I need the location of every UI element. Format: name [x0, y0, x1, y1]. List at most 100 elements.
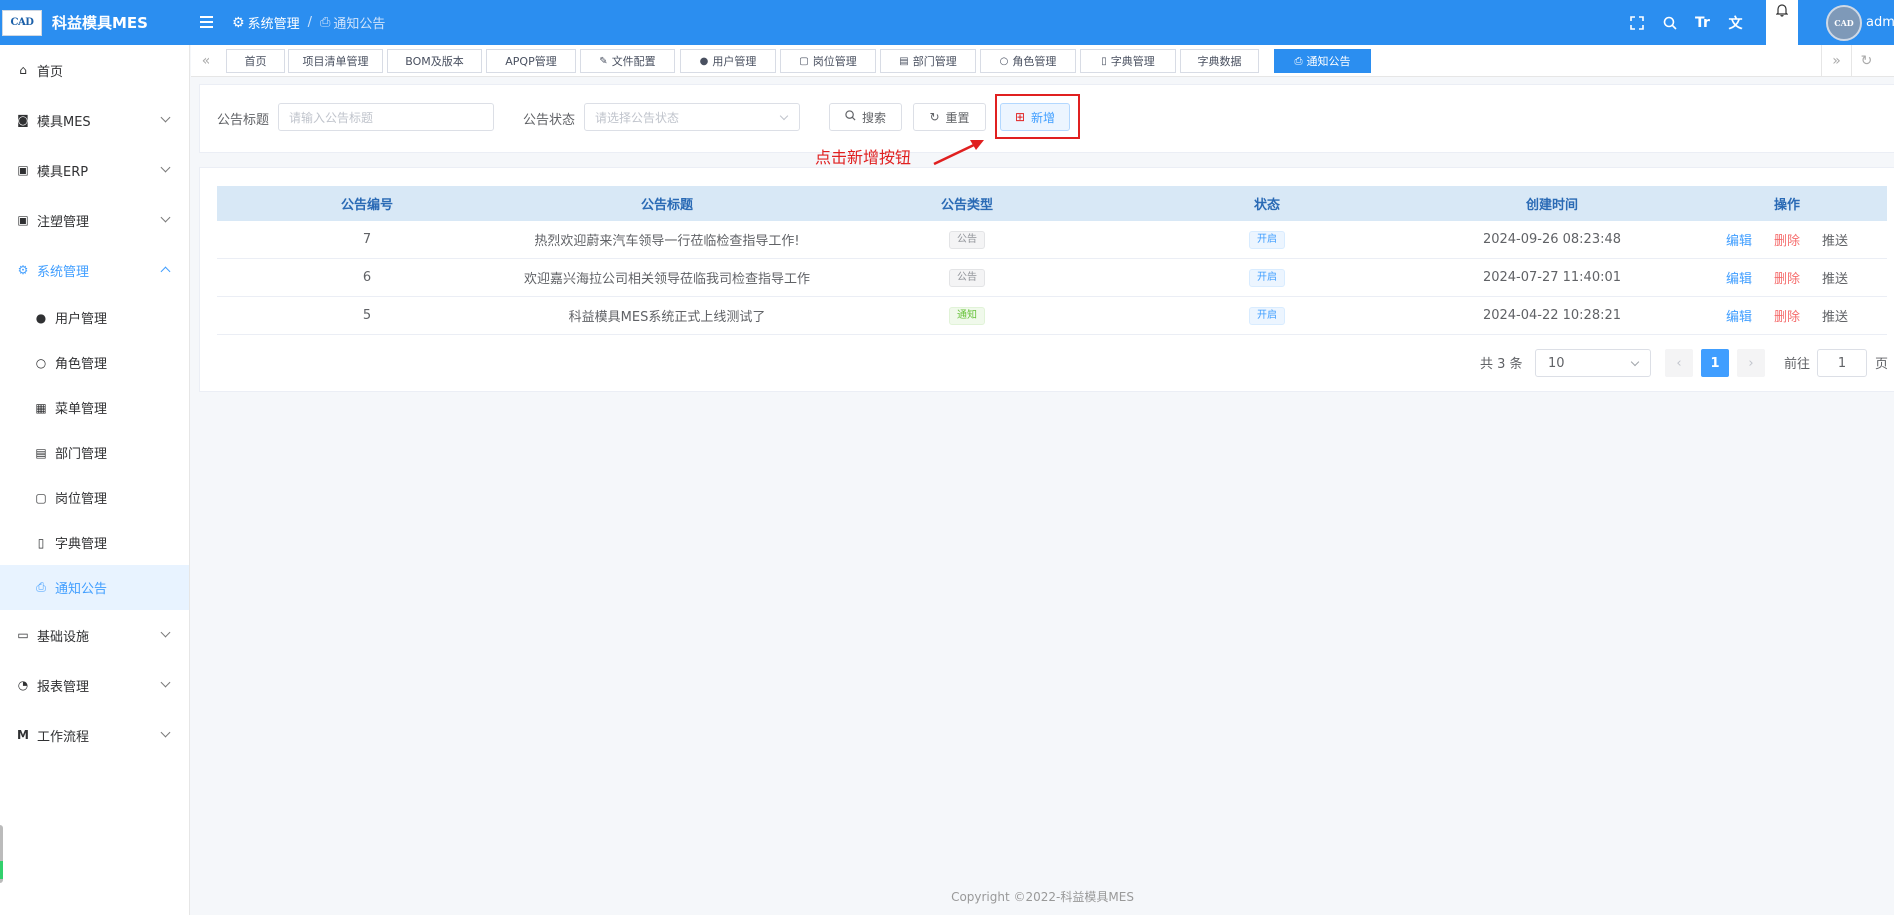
monitor-icon: ▭ — [17, 628, 29, 642]
sidebar-item-mold-mes[interactable]: ◙ 模具MES — [0, 95, 189, 145]
goto-page-input[interactable]: 1 — [1817, 349, 1867, 377]
sidebar-item-mold-erp[interactable]: ▣ 模具ERP — [0, 145, 189, 195]
tag-file-config[interactable]: ✎ 文件配置 — [580, 49, 675, 73]
tag-project-list[interactable]: 项目清单管理 — [288, 49, 383, 73]
chevron-down-icon — [160, 212, 171, 223]
tags-scroll-left-icon[interactable]: « — [191, 45, 221, 77]
table-row[interactable]: 5 科益模具MES系统正式上线测试了 通知 开启 2024-04-22 10:2… — [217, 297, 1887, 335]
type-badge: 通知 — [949, 306, 985, 325]
tag-home[interactable]: 首页 — [226, 49, 285, 73]
col-title[interactable]: 公告标题 — [517, 186, 817, 221]
tag-notice[interactable]: ⎙ 通知公告 — [1274, 49, 1371, 73]
page-number-button[interactable]: 1 — [1701, 349, 1729, 377]
logo: CAD 科益模具MES — [0, 0, 190, 45]
push-link[interactable]: 推送 — [1822, 306, 1848, 325]
reset-button[interactable]: ↻ 重置 — [913, 103, 986, 131]
chevron-up-icon — [160, 266, 171, 277]
user-outline-icon: ○ — [35, 355, 47, 370]
cell-created: 2024-04-22 10:28:21 — [1482, 308, 1622, 323]
status-select[interactable]: 请选择公告状态 — [584, 103, 800, 131]
page-size-select[interactable]: 10 — [1535, 349, 1651, 377]
status-badge: 开启 — [1249, 230, 1285, 249]
edit-link[interactable]: 编辑 — [1726, 268, 1752, 287]
sidebar-item-workflow[interactable]: M 工作流程 — [0, 710, 189, 760]
breadcrumb-item-system[interactable]: 系统管理 — [248, 13, 300, 32]
font-size-icon[interactable]: Tr — [1686, 0, 1719, 45]
tag-posts[interactable]: ▢ 岗位管理 — [780, 49, 876, 73]
delete-link[interactable]: 删除 — [1774, 268, 1800, 287]
user-icon: ● — [35, 310, 47, 325]
tag-roles[interactable]: ○ 角色管理 — [980, 49, 1076, 73]
tag-dict-data[interactable]: 字典数据 — [1180, 49, 1259, 73]
refresh-icon: ↻ — [929, 110, 940, 124]
sidebar-item-menus[interactable]: ▦ 菜单管理 — [0, 385, 189, 430]
sidebar-item-infrastructure[interactable]: ▭ 基础设施 — [0, 610, 189, 660]
prev-page-button[interactable]: ‹ — [1665, 349, 1693, 377]
search-button[interactable]: 搜索 — [829, 103, 902, 131]
sidebar-item-system[interactable]: ⚙ 系统管理 — [0, 245, 189, 295]
chevron-down-icon — [160, 112, 171, 123]
cell-title: 科益模具MES系统正式上线测试了 — [568, 310, 766, 325]
tag-bom[interactable]: BOM及版本 — [387, 49, 482, 73]
sidebar-item-users[interactable]: ● 用户管理 — [0, 295, 189, 340]
user-menu[interactable]: CAD adm — [1826, 0, 1894, 45]
badge-icon: ▢ — [799, 55, 809, 67]
side-drawer-handle[interactable] — [0, 825, 3, 883]
app-title: 科益模具MES — [52, 14, 148, 32]
bell-icon[interactable] — [1766, 0, 1798, 45]
chevron-down-icon — [160, 627, 171, 638]
status-badge: 开启 — [1249, 268, 1285, 287]
sidebar-item-departments[interactable]: ▤ 部门管理 — [0, 430, 189, 475]
sidebar: ⌂ 首页 ◙ 模具MES ▣ 模具ERP ▣ 注塑管理 ⚙ 系统管理 ● 用户管… — [0, 45, 190, 915]
edit-link[interactable]: 编辑 — [1726, 230, 1752, 249]
sidebar-item-home[interactable]: ⌂ 首页 — [0, 45, 189, 95]
sidebar-item-roles[interactable]: ○ 角色管理 — [0, 340, 189, 385]
chevron-down-icon — [160, 162, 171, 173]
cell-title: 欢迎嘉兴海拉公司相关领导莅临我司检查指导工作 — [523, 272, 810, 287]
refresh-icon[interactable]: ↻ — [1851, 45, 1881, 77]
fullscreen-icon[interactable] — [1620, 0, 1653, 45]
tag-apqp[interactable]: APQP管理 — [486, 49, 576, 73]
delete-link[interactable]: 删除 — [1774, 306, 1800, 325]
user-name[interactable]: adm — [1866, 15, 1894, 30]
col-status[interactable]: 状态 — [1117, 186, 1417, 221]
avatar[interactable]: CAD — [1826, 4, 1862, 41]
cell-id: 7 — [362, 232, 372, 247]
logo-badge: CAD — [2, 9, 42, 36]
user-icon: ● — [699, 55, 709, 67]
breadcrumb: ⚙ 系统管理 / ⎙ 通知公告 — [232, 13, 386, 33]
user-outline-icon: ○ — [999, 55, 1009, 67]
delete-link[interactable]: 删除 — [1774, 230, 1800, 249]
sidebar-item-injection[interactable]: ▣ 注塑管理 — [0, 195, 189, 245]
hamburger-menu-icon[interactable] — [200, 13, 216, 31]
col-type[interactable]: 公告类型 — [817, 186, 1117, 221]
sidebar-item-notice[interactable]: ⎙ 通知公告 — [0, 565, 189, 610]
tag-users[interactable]: ● 用户管理 — [680, 49, 776, 73]
goto-label: 前往 — [1784, 357, 1811, 372]
tags-scroll-right-icon[interactable]: » — [1821, 45, 1851, 77]
page-unit-label: 页 — [1875, 357, 1889, 372]
book-icon: ▯ — [1101, 55, 1107, 67]
box-icon: ▣ — [17, 213, 29, 227]
table-row[interactable]: 6 欢迎嘉兴海拉公司相关领导莅临我司检查指导工作 公告 开启 2024-07-2… — [217, 259, 1887, 297]
chevron-down-icon — [1630, 357, 1640, 367]
pie-icon: ◔ — [17, 678, 29, 692]
col-created[interactable]: 创建时间 — [1417, 186, 1687, 221]
tag-dictionary[interactable]: ▯ 字典管理 — [1080, 49, 1176, 73]
tag-departments[interactable]: ▤ 部门管理 — [880, 49, 976, 73]
next-page-button[interactable]: › — [1737, 349, 1765, 377]
title-input[interactable]: 请输入公告标题 — [278, 103, 494, 131]
col-id[interactable]: 公告编号 — [217, 186, 517, 221]
push-link[interactable]: 推送 — [1822, 268, 1848, 287]
table-row[interactable]: 7 热烈欢迎蔚来汽车领导一行莅临检查指导工作! 公告 开启 2024-09-26… — [217, 221, 1887, 259]
sidebar-item-reports[interactable]: ◔ 报表管理 — [0, 660, 189, 710]
search-icon[interactable] — [1653, 0, 1686, 45]
edit-link[interactable]: 编辑 — [1726, 306, 1752, 325]
sidebar-item-dictionary[interactable]: ▯ 字典管理 — [0, 520, 189, 565]
header-tools: Tr 文 — [1620, 0, 1752, 45]
pagination-total: 共 3 条 — [1480, 357, 1523, 372]
push-link[interactable]: 推送 — [1822, 230, 1848, 249]
translate-icon[interactable]: 文 — [1719, 0, 1752, 45]
sidebar-item-posts[interactable]: ▢ 岗位管理 — [0, 475, 189, 520]
home-icon: ⌂ — [19, 63, 27, 77]
